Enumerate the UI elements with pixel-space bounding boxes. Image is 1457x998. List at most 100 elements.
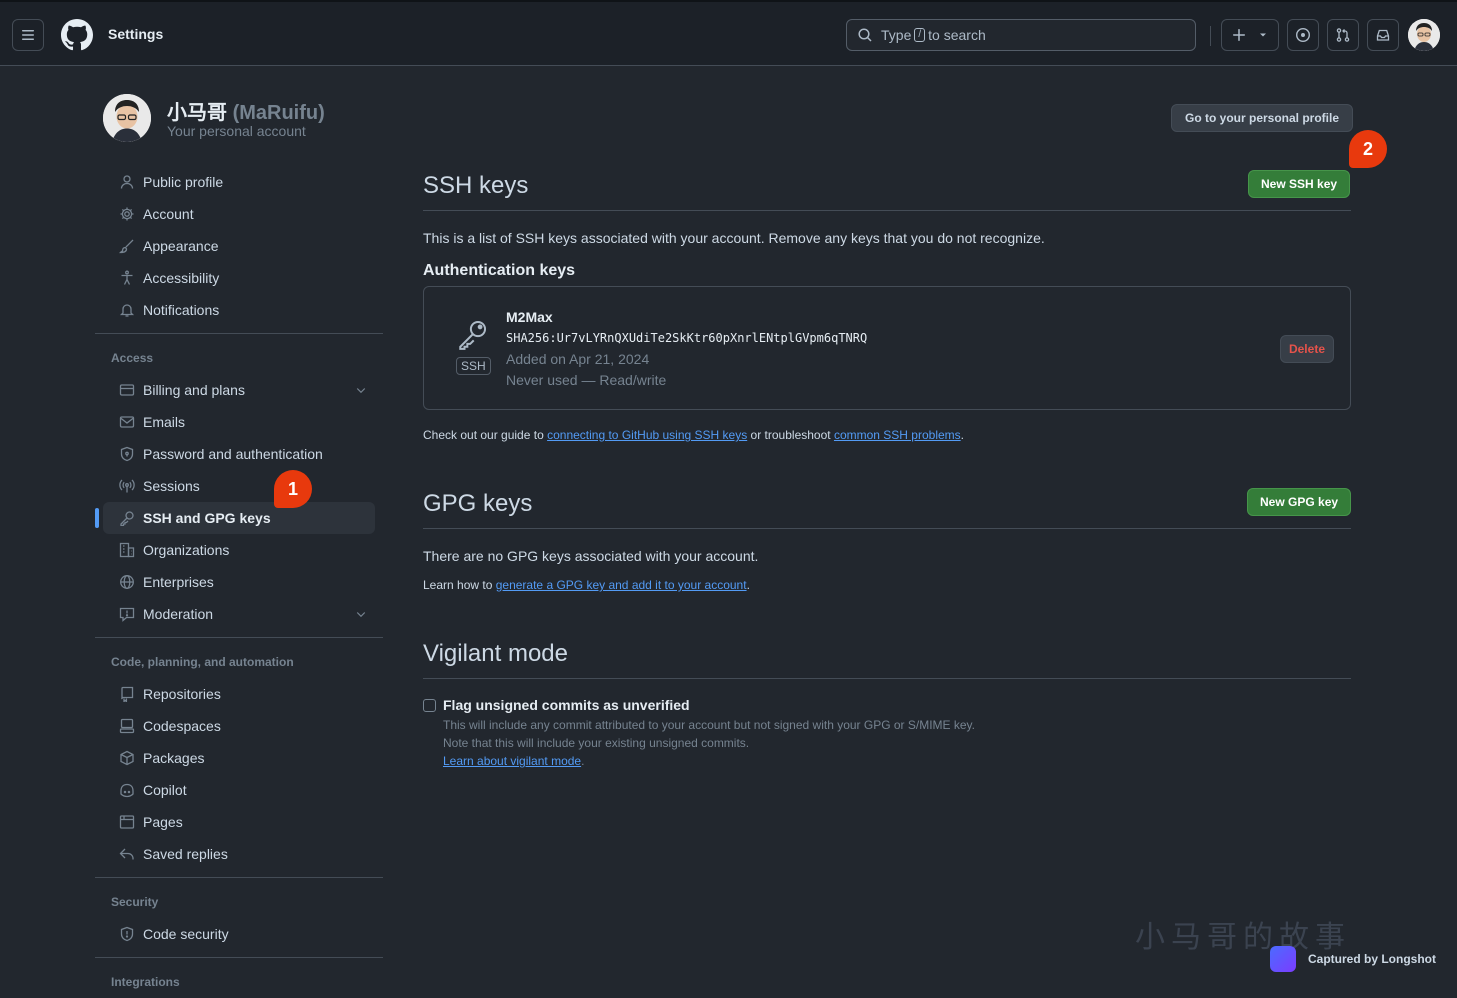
git-pull-request-icon <box>1336 28 1350 42</box>
sidebar-item-saved-replies[interactable]: Saved replies <box>103 838 375 870</box>
ssh-problems-link[interactable]: common SSH problems <box>834 428 961 442</box>
organization-icon <box>119 542 135 558</box>
sidebar-item-ssh-gpg-keys[interactable]: SSH and GPG keys <box>95 502 375 534</box>
sidebar-item-password[interactable]: Password and authentication <box>103 438 375 470</box>
gpg-guide-link[interactable]: generate a GPG key and add it to your ac… <box>496 578 747 592</box>
sidebar-item-sessions[interactable]: Sessions <box>103 470 375 502</box>
ssh-key-added-date: Added on Apr 21, 2024 <box>506 351 650 367</box>
vigilant-mode-title: Vigilant mode <box>423 640 568 667</box>
guide-suffix: . <box>960 428 965 442</box>
sidebar-item-label: Account <box>143 206 194 222</box>
profile-name[interactable]: 小马哥 (MaRuifu) <box>167 96 325 125</box>
sidebar-item-code-security[interactable]: Code security <box>103 918 375 950</box>
new-ssh-key-button[interactable]: New SSH key <box>1248 170 1351 198</box>
pull-requests-button[interactable] <box>1327 19 1359 51</box>
reply-icon <box>119 848 134 860</box>
ssh-key-name: M2Max <box>506 309 553 325</box>
learn-prefix: Learn how to <box>423 578 493 592</box>
broadcast-icon <box>119 479 135 493</box>
divider <box>1210 26 1211 46</box>
issues-button[interactable] <box>1287 19 1319 51</box>
sidebar-item-label: Pages <box>143 814 183 830</box>
sidebar-heading-integrations: Integrations <box>111 975 180 989</box>
sidebar-item-label: Copilot <box>143 782 187 798</box>
sidebar-item-pages[interactable]: Pages <box>103 806 375 838</box>
sidebar-item-organizations[interactable]: Organizations <box>103 534 375 566</box>
sidebar-item-account[interactable]: Account <box>103 198 375 230</box>
vigilant-mode-checkbox[interactable] <box>423 699 436 712</box>
sidebar-divider <box>95 957 383 958</box>
delete-ssh-key-button[interactable]: Delete <box>1279 335 1334 363</box>
sidebar-item-label: Accessibility <box>143 270 220 286</box>
ssh-type-label: SSH <box>456 357 491 375</box>
ssh-key-fingerprint: SHA256:Ur7vLYRnQXUdiTe2SkKtr60pXnrlENtpl… <box>506 331 868 345</box>
sidebar-item-accessibility[interactable]: Accessibility <box>103 262 375 294</box>
sidebar-item-label: Codespaces <box>143 718 221 734</box>
avatar-face-icon <box>1408 19 1440 51</box>
triangle-down-icon <box>1260 33 1266 37</box>
captured-by-label: Captured by Longshot <box>1308 952 1436 966</box>
menu-button[interactable] <box>12 19 44 51</box>
sidebar-item-label: Enterprises <box>143 574 214 590</box>
page-title: Settings <box>108 26 164 42</box>
longshot-logo-icon <box>1270 946 1296 972</box>
sidebar-item-emails[interactable]: Emails <box>103 406 375 438</box>
annotation-badge-1: 1 <box>274 470 312 508</box>
chevron-down-icon[interactable] <box>355 384 367 396</box>
shield-icon <box>120 926 134 942</box>
sidebar-item-label: Saved replies <box>143 846 228 862</box>
github-logo-icon[interactable] <box>61 19 93 51</box>
guide-middle: or troubleshoot <box>750 428 831 442</box>
repo-icon <box>121 686 134 702</box>
watermark-text: 小马哥的故事 <box>1135 920 1351 955</box>
search-input[interactable]: Type / to search <box>846 19 1196 51</box>
sidebar-heading-access: Access <box>111 351 154 365</box>
person-icon <box>120 175 134 189</box>
authentication-keys-heading: Authentication keys <box>423 262 576 279</box>
vigilant-learn-link[interactable]: Learn about vigilant mode <box>443 754 581 768</box>
sidebar-item-packages[interactable]: Packages <box>103 742 375 774</box>
sidebar-item-codespaces[interactable]: Codespaces <box>103 710 375 742</box>
vigilant-desc-1: This will include any commit attributed … <box>443 718 976 732</box>
gpg-empty-message: There are no GPG keys associated with yo… <box>423 548 759 564</box>
new-gpg-key-button[interactable]: New GPG key <box>1247 488 1352 516</box>
globe-icon <box>120 575 134 589</box>
sidebar-item-notifications[interactable]: Notifications <box>103 294 375 326</box>
sidebar-item-label: Packages <box>143 750 205 766</box>
sidebar-item-enterprises[interactable]: Enterprises <box>103 566 375 598</box>
gear-icon <box>120 207 134 221</box>
section-divider <box>423 210 1351 211</box>
chevron-down-icon[interactable] <box>355 608 367 620</box>
search-prefix: Type <box>881 27 912 43</box>
report-icon <box>119 607 135 622</box>
sidebar-item-appearance[interactable]: Appearance <box>103 230 375 262</box>
login-name: (MaRuifu) <box>232 102 325 124</box>
paintbrush-icon <box>119 239 134 254</box>
annotation-badge-2: 2 <box>1349 130 1387 168</box>
create-new-button[interactable] <box>1221 19 1279 51</box>
settings-sidebar: Public profile Account Appearance Access… <box>95 166 383 998</box>
inbox-button[interactable] <box>1367 19 1399 51</box>
sidebar-item-moderation[interactable]: Moderation <box>103 598 375 630</box>
ssh-guide-link[interactable]: connecting to GitHub using SSH keys <box>547 428 747 442</box>
sidebar-item-label: Moderation <box>143 606 214 622</box>
sidebar-item-public-profile[interactable]: Public profile <box>103 166 375 198</box>
key-icon <box>120 511 134 526</box>
browser-icon <box>119 815 135 829</box>
user-avatar[interactable] <box>1408 19 1440 51</box>
sidebar-item-label: Organizations <box>143 542 230 558</box>
codespaces-icon <box>119 718 135 734</box>
bell-icon <box>119 304 135 317</box>
vigilant-mode-label[interactable]: Flag unsigned commits as unverified <box>443 697 690 713</box>
key-icon <box>459 320 487 350</box>
vigilant-desc-2: Note that this will include your existin… <box>443 736 750 750</box>
sidebar-item-billing[interactable]: Billing and plans <box>103 374 375 406</box>
sidebar-item-copilot[interactable]: Copilot <box>103 774 375 806</box>
ssh-key-item: SSH M2Max SHA256:Ur7vLYRnQXUdiTe2SkKtr60… <box>423 286 1351 410</box>
sidebar-item-label: Sessions <box>143 478 200 494</box>
sidebar-heading-code: Code, planning, and automation <box>111 655 294 669</box>
sidebar-item-repositories[interactable]: Repositories <box>103 678 375 710</box>
sidebar-item-label: Code security <box>143 926 229 942</box>
profile-avatar[interactable] <box>103 94 151 142</box>
go-to-profile-button[interactable]: Go to your personal profile <box>1171 104 1354 132</box>
